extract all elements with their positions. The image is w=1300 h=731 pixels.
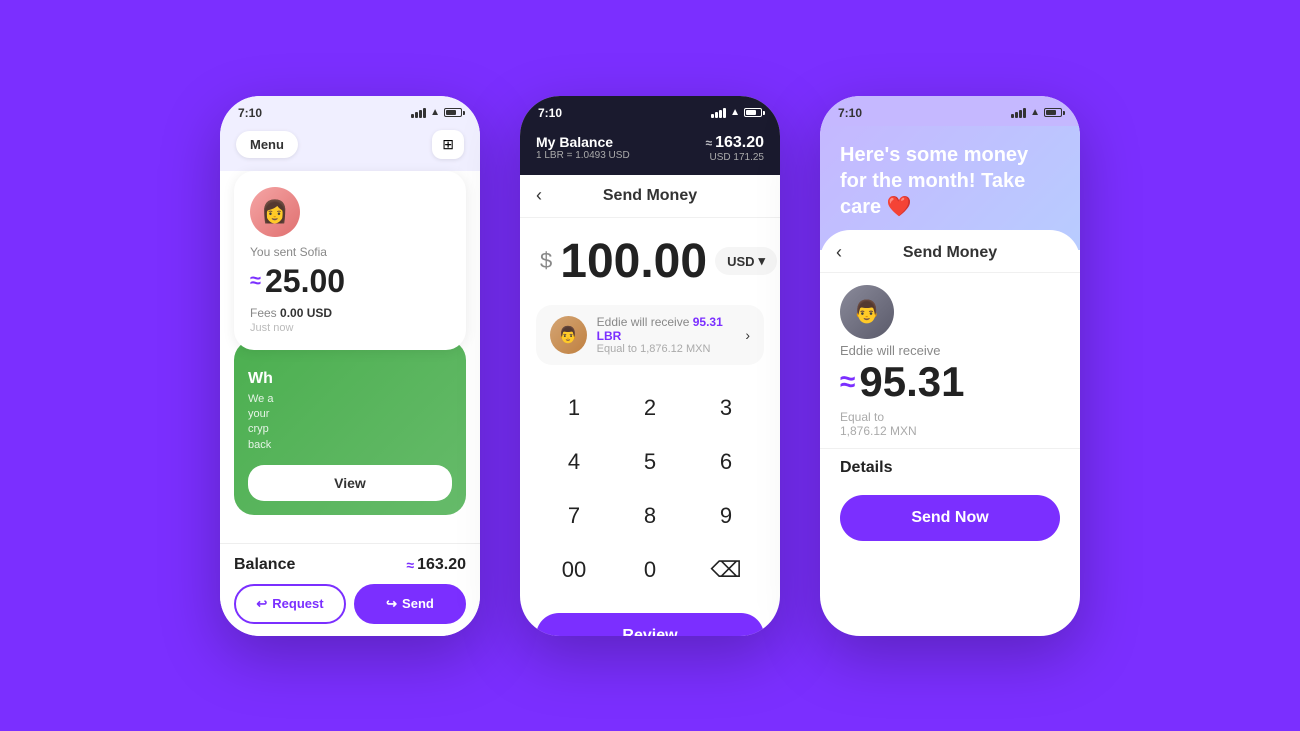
send-money-title-3: Send Money: [903, 244, 997, 262]
approx-icon-3: ≈: [840, 366, 855, 398]
send-money-header-3: ‹ Send Money: [820, 230, 1080, 273]
balance-amount: ≈ 163.20: [406, 556, 466, 574]
back-button-2[interactable]: ‹: [536, 185, 542, 206]
recipient-row[interactable]: 👨 Eddie will receive 95.31 LBR Equal to …: [536, 305, 764, 365]
send-money-title-2: Send Money: [603, 187, 697, 205]
status-bar-1: 7:10 ▲: [220, 96, 480, 126]
status-bar-2: 7:10 ▲: [520, 96, 780, 126]
send-now-button[interactable]: Send Now: [840, 495, 1060, 541]
balance-info-right: ≈ 163.20 USD 171.25: [705, 134, 764, 163]
numpad-3[interactable]: 3: [688, 381, 764, 435]
promo-text: We a your cryp back: [248, 392, 452, 454]
numpad-9[interactable]: 9: [688, 489, 764, 543]
numpad-6[interactable]: 6: [688, 435, 764, 489]
numpad-4[interactable]: 4: [536, 435, 612, 489]
sent-label: You sent Sofia: [250, 245, 450, 259]
signal-icon-2: [711, 108, 726, 118]
phone-screen-1: 7:10 ▲ Menu ⊞ 👩 You sent Sofia ≈ 25.00 F…: [220, 96, 480, 636]
numpad-5[interactable]: 5: [612, 435, 688, 489]
balance-label: Balance: [234, 556, 295, 574]
numpad-00[interactable]: 00: [536, 543, 612, 597]
recipient-info: Eddie will receive 95.31 LBR Equal to 1,…: [597, 315, 746, 355]
request-button[interactable]: ↩ Request: [234, 584, 346, 624]
time-3: 7:10: [838, 106, 862, 120]
banner-text: Here's some money for the month! Take ca…: [840, 142, 1060, 220]
balance-info-left: My Balance 1 LBR = 1.0493 USD: [536, 134, 630, 161]
sent-amount: ≈ 25.00: [250, 263, 450, 300]
request-icon: ↩: [256, 596, 267, 612]
phone3-card: ‹ Send Money 👨 Eddie will receive ≈ 95.3…: [820, 230, 1080, 549]
action-buttons: ↩ Request ↪ Send: [234, 584, 466, 624]
numpad-8[interactable]: 8: [612, 489, 688, 543]
status-icons-1: ▲: [411, 107, 462, 118]
approx-icon-2: ≈: [705, 136, 712, 150]
numpad: 1 2 3 4 5 6 7 8 9 00 0 ⌫: [520, 373, 780, 605]
status-bar-3: 7:10 ▲: [820, 96, 1080, 126]
chevron-down-icon-2: ›: [745, 327, 750, 343]
fees-line: Fees 0.00 USD: [250, 306, 450, 320]
dollar-sign: $: [540, 248, 552, 274]
numpad-backspace[interactable]: ⌫: [688, 543, 764, 597]
time-ago: Just now: [250, 322, 450, 334]
numpad-0[interactable]: 0: [612, 543, 688, 597]
details-section: Details: [820, 448, 1080, 487]
amount-value: 100.00: [560, 234, 707, 289]
numpad-7[interactable]: 7: [536, 489, 612, 543]
signal-icon: [411, 108, 426, 118]
battery-icon-3: [1044, 108, 1062, 117]
status-icons-2: ▲: [711, 107, 762, 118]
view-button[interactable]: View: [248, 465, 452, 501]
promo-title: Wh: [248, 370, 452, 388]
recipient-name-line: Eddie will receive 95.31 LBR: [597, 315, 746, 343]
balance-info: My Balance 1 LBR = 1.0493 USD ≈ 163.20 U…: [536, 134, 764, 163]
send-money-header-2: ‹ Send Money: [520, 175, 780, 218]
time-2: 7:10: [538, 106, 562, 120]
mxn-value: 1,876.12 MXN: [820, 424, 1080, 448]
transaction-card: 👩 You sent Sofia ≈ 25.00 Fees 0.00 USD J…: [234, 171, 466, 350]
approx-icon: ≈: [250, 270, 261, 293]
phone2-header: My Balance 1 LBR = 1.0493 USD ≈ 163.20 U…: [520, 126, 780, 175]
eddie-avatar-sm: 👨: [550, 316, 587, 354]
conversion-rate: Equal to 1,876.12 MXN: [597, 343, 746, 355]
eddie-will-receive-label: Eddie will receive: [820, 343, 1080, 358]
lbr-amount: ≈ 163.20: [705, 134, 764, 152]
wifi-icon-2: ▲: [730, 107, 740, 118]
amount-display: $ 100.00 USD ▾: [540, 234, 760, 289]
details-title: Details: [840, 459, 1060, 477]
balance-row: Balance ≈ 163.20: [234, 556, 466, 574]
exchange-rate: 1 LBR = 1.0493 USD: [536, 150, 630, 161]
equal-to-label: Equal to: [820, 406, 1080, 424]
sofia-avatar: 👩: [250, 187, 300, 237]
time-1: 7:10: [238, 106, 262, 120]
amount-input-section: $ 100.00 USD ▾: [520, 218, 780, 297]
approx-balance-icon: ≈: [406, 557, 414, 573]
receive-amount-large: ≈ 95.31: [820, 358, 1080, 406]
back-button-3[interactable]: ‹: [836, 242, 842, 263]
menu-button[interactable]: Menu: [236, 131, 298, 158]
promo-card: Wh We a your cryp back View: [234, 340, 466, 516]
eddie-avatar-md: 👨: [840, 285, 894, 339]
chevron-down-icon: ▾: [759, 253, 766, 269]
send-icon: ↪: [386, 596, 397, 612]
battery-icon: [444, 108, 462, 117]
battery-icon-2: [744, 108, 762, 117]
numpad-1[interactable]: 1: [536, 381, 612, 435]
currency-selector[interactable]: USD ▾: [715, 247, 777, 275]
send-button[interactable]: ↪ Send: [354, 584, 466, 624]
numpad-2[interactable]: 2: [612, 381, 688, 435]
phone1-header: Menu ⊞: [220, 126, 480, 171]
review-button[interactable]: Review: [536, 613, 764, 636]
qr-button[interactable]: ⊞: [432, 130, 464, 159]
wifi-icon: ▲: [430, 107, 440, 118]
signal-icon-3: [1011, 108, 1026, 118]
status-icons-3: ▲: [1011, 107, 1062, 118]
phone-screen-3: 7:10 ▲ Here's some money for the month! …: [820, 96, 1080, 636]
phone-screen-2: 7:10 ▲ My Balance 1 LBR = 1.0493 USD ≈ 1…: [520, 96, 780, 636]
usd-amount: USD 171.25: [705, 152, 764, 163]
my-balance-label: My Balance: [536, 134, 630, 150]
wifi-icon-3: ▲: [1030, 107, 1040, 118]
phone1-footer: Balance ≈ 163.20 ↩ Request ↪ Send: [220, 543, 480, 636]
